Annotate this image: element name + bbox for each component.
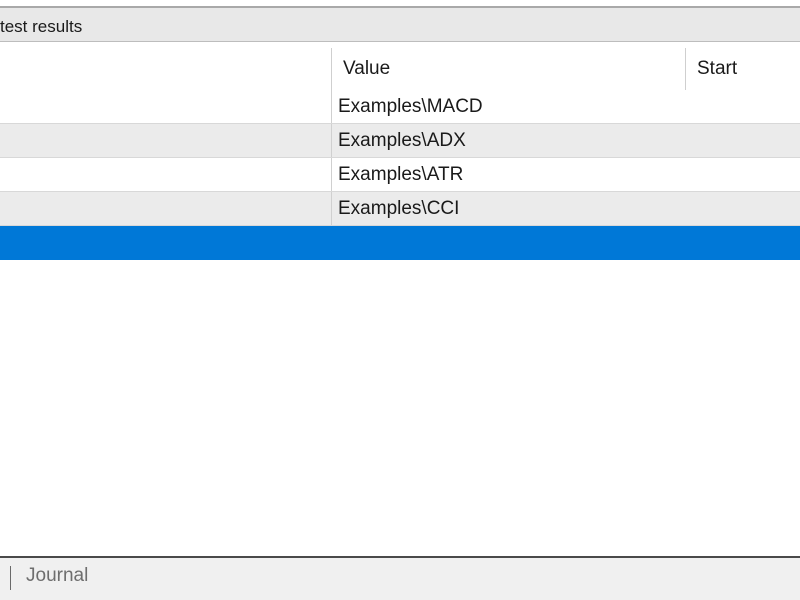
panel-title: test results — [0, 17, 83, 36]
table-row[interactable]: Examples\CCI — [0, 192, 800, 226]
cell-divider — [331, 158, 332, 191]
tester-panel: test results Value Start Examples\MACD E… — [0, 0, 800, 600]
table-row[interactable]: Examples\MACD — [0, 90, 800, 124]
value-cell: Examples\ATR — [338, 164, 464, 185]
table-header: Value Start — [0, 42, 800, 92]
cell-divider — [331, 192, 332, 225]
table-row-selected[interactable] — [0, 226, 800, 260]
column-resize-handle-start[interactable] — [685, 48, 686, 90]
table-row[interactable]: Examples\ADX — [0, 124, 800, 158]
column-resize-handle-value[interactable] — [331, 48, 332, 90]
cell-divider — [331, 124, 332, 157]
value-cell: Examples\CCI — [338, 198, 460, 219]
bottom-tab-bar: Journal — [0, 556, 800, 600]
tab-divider — [10, 566, 11, 590]
results-table-body: Examples\MACD Examples\ADX Examples\ATR … — [0, 90, 800, 260]
panel-title-bar: test results — [0, 6, 800, 42]
value-cell: Examples\ADX — [338, 130, 466, 151]
column-header-start[interactable]: Start — [697, 58, 737, 80]
value-cell: Examples\MACD — [338, 96, 483, 117]
table-row[interactable]: Examples\ATR — [0, 158, 800, 192]
cell-divider — [331, 90, 332, 123]
tab-journal[interactable]: Journal — [26, 565, 88, 587]
column-header-value[interactable]: Value — [343, 58, 390, 80]
